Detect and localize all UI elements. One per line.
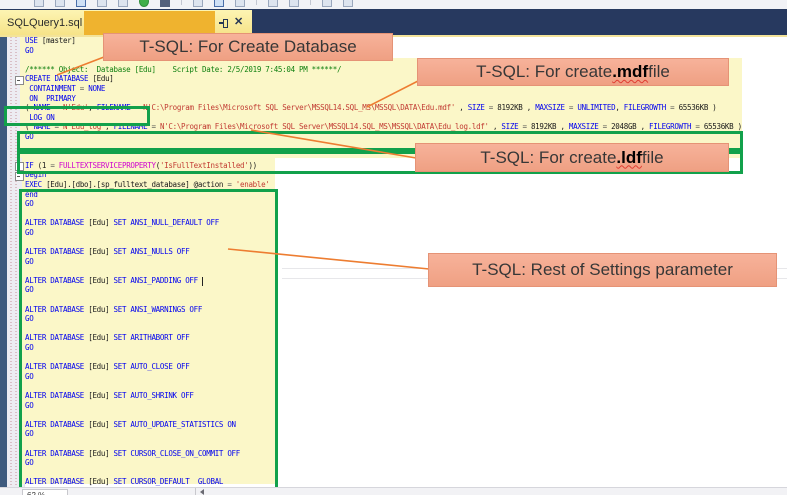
callout-text: T-SQL: For create <box>480 148 616 168</box>
callout-text: T-SQL: For create <box>476 62 612 82</box>
toolbar-icon[interactable] <box>55 0 65 7</box>
toolbar-icon[interactable] <box>118 0 128 7</box>
toolbar-icon[interactable] <box>97 0 107 7</box>
document-tab-strip: SQLQuery1.sql - ✕ <box>0 9 787 35</box>
annotation-box-settings-block <box>19 189 278 487</box>
toolbar-icon[interactable] <box>322 0 332 7</box>
status-bar: 62 % <box>0 487 787 495</box>
editor-left-border <box>0 37 7 487</box>
code-line: ON PRIMARY <box>25 94 742 104</box>
toolbar-icon[interactable] <box>343 0 353 7</box>
scroll-left-arrow-icon[interactable] <box>200 489 204 495</box>
scrollbar-splitter[interactable] <box>195 488 196 495</box>
collapse-toggle-create[interactable] <box>15 76 24 85</box>
callout-text: T-SQL: Rest of Settings parameter <box>472 260 733 280</box>
toolbar <box>0 0 787 9</box>
toolbar-separator <box>310 0 311 5</box>
callout-mdf-ext: .mdf <box>612 62 648 82</box>
tab-title-redaction <box>84 11 215 35</box>
toolbar-icon[interactable] <box>214 0 224 7</box>
zoom-level-control[interactable]: 62 % <box>22 489 68 495</box>
annotation-box-create-database <box>4 106 150 126</box>
callout-create-database: T-SQL: For Create Database <box>103 33 393 61</box>
callout-mdf-file: T-SQL: For create .mdf file <box>417 58 729 86</box>
callout-ldf-ext: .ldf <box>616 148 642 168</box>
document-tab[interactable]: SQLQuery1.sql - ✕ <box>0 10 252 35</box>
callout-rest-settings: T-SQL: Rest of Settings parameter <box>428 253 777 287</box>
toolbar-icon[interactable] <box>289 0 299 7</box>
toolbar-icon[interactable] <box>235 0 245 7</box>
callout-text: T-SQL: For Create Database <box>139 37 356 57</box>
callout-text: file <box>648 62 670 82</box>
callout-ldf-file: T-SQL: For create .ldf file <box>415 143 729 172</box>
callout-text: file <box>642 148 664 168</box>
close-icon[interactable]: ✕ <box>234 14 243 30</box>
toolbar-icon[interactable] <box>268 0 278 7</box>
tab-title: SQLQuery1.sql - <box>0 17 89 29</box>
ssms-window: SQLQuery1.sql - ✕ USE [master]GO /******… <box>0 0 787 495</box>
toolbar-icon[interactable] <box>193 0 203 7</box>
pin-icon[interactable] <box>219 17 230 28</box>
toolbar-icon[interactable] <box>160 0 170 7</box>
toolbar-separator <box>181 0 182 5</box>
toolbar-icon[interactable] <box>34 0 44 7</box>
toolbar-icon[interactable] <box>139 0 149 7</box>
toolbar-separator <box>256 0 257 5</box>
toolbar-icon[interactable] <box>76 0 86 7</box>
